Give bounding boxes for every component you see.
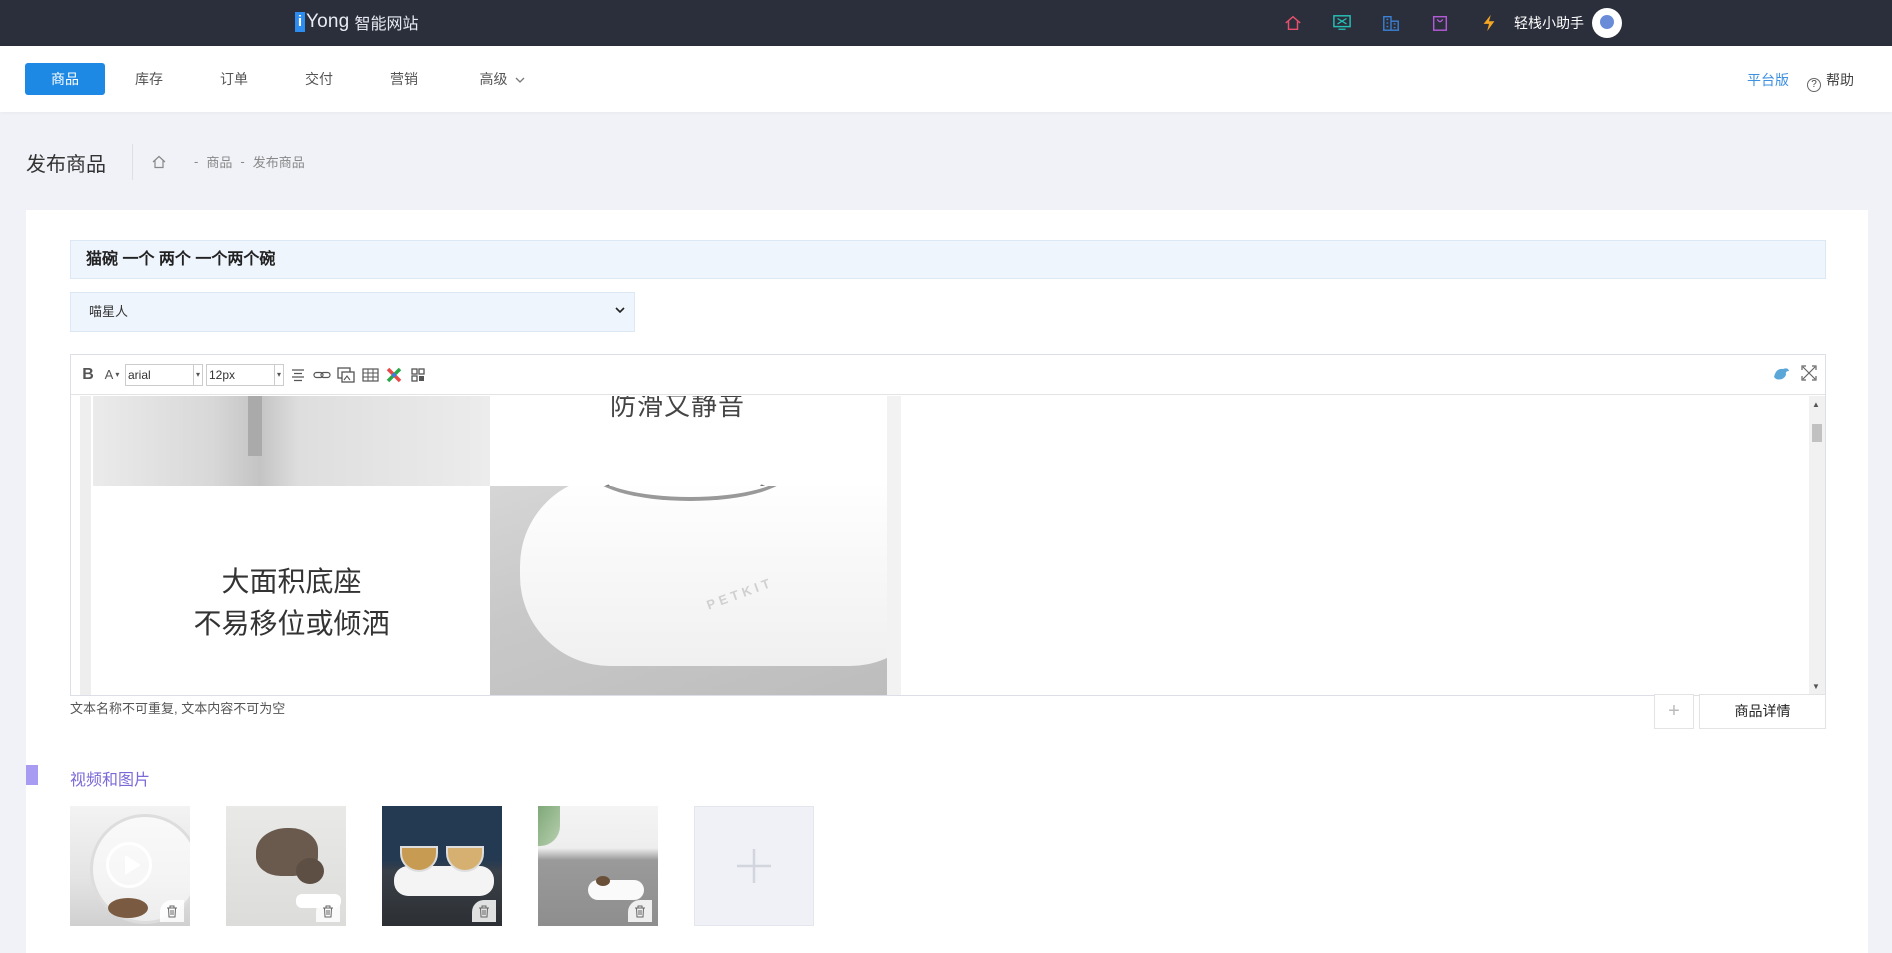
toolbar-right-group	[1771, 365, 1817, 383]
font-size-select[interactable]: 12px ▾	[206, 363, 284, 386]
content-image-top-right: 防滑又静音	[490, 396, 887, 486]
dropdown-arrow-icon: ▾	[274, 364, 283, 385]
caption-line-1: 大面积底座	[221, 565, 362, 598]
bird-icon[interactable]	[1771, 365, 1791, 383]
logo-mark: i	[295, 12, 305, 32]
avatar[interactable]	[1592, 8, 1622, 38]
breadcrumb-sep: -	[194, 154, 199, 169]
media-thumb-image-3[interactable]	[538, 806, 658, 926]
help-icon: ?	[1807, 78, 1821, 92]
monitor-icon[interactable]	[1329, 10, 1354, 35]
font-color-icon[interactable]: A ▾	[101, 363, 123, 387]
caption-line-2: 不易移位或倾洒	[193, 607, 390, 640]
building-icon[interactable]	[1378, 10, 1403, 35]
category-value: 喵星人	[89, 304, 129, 319]
category-select[interactable]: 喵星人	[70, 292, 635, 332]
scroll-up-icon[interactable]: ▲	[1812, 400, 1820, 409]
tab-marketing[interactable]: 营销	[364, 63, 444, 95]
scroll-thumb[interactable]	[1812, 424, 1822, 442]
content-image-bowl-base: PETKIT	[490, 486, 887, 695]
breadcrumb-sep: -	[240, 154, 245, 169]
font-size-value: 12px	[209, 367, 236, 382]
content-image-edge	[887, 396, 901, 695]
trash-icon[interactable]	[472, 900, 496, 922]
logo-suffix: 智能网站	[354, 16, 419, 33]
chevron-down-icon	[614, 293, 626, 331]
editor-toolbar: B A ▾ arial ▾ 12px ▾	[71, 355, 1825, 395]
main-nav: 商品 库存 订单 交付 营销 高级 平台版 ? 帮助	[0, 46, 1892, 112]
mashup-icon[interactable]	[383, 363, 405, 387]
tab-delivery[interactable]: 交付	[279, 63, 359, 95]
play-icon[interactable]	[106, 842, 152, 888]
top-icon-group	[1280, 10, 1501, 35]
help-label: 帮助	[1826, 72, 1854, 88]
tab-advanced-label: 高级	[479, 71, 508, 87]
section-accent	[26, 765, 38, 785]
tab-product-detail[interactable]: 商品详情	[1699, 694, 1826, 729]
tab-inventory[interactable]: 库存	[109, 63, 189, 95]
fullscreen-icon[interactable]	[1801, 365, 1817, 381]
title-divider	[132, 144, 133, 180]
tab-orders[interactable]: 订单	[194, 63, 274, 95]
scroll-down-icon[interactable]: ▼	[1812, 682, 1820, 691]
chevron-down-icon	[515, 77, 525, 83]
breadcrumb-item-products[interactable]: 商品	[206, 152, 232, 171]
editor-hint: 文本名称不可重复, 文本内容不可为空	[70, 701, 286, 716]
logo-name: Yong	[306, 11, 350, 32]
content-caption-block: 大面积底座 不易移位或倾洒	[93, 486, 490, 695]
section-title-media: 视频和图片	[70, 772, 151, 789]
table-icon[interactable]	[359, 363, 381, 387]
editor-content-area[interactable]: 防滑又静音 大面积底座 不易移位或倾洒 PETKIT ▲ ▼	[71, 396, 1825, 695]
product-title-input[interactable]: 猫碗 一个 两个 一个两个碗	[70, 240, 1826, 279]
trash-icon[interactable]	[628, 900, 652, 922]
dropdown-arrow-icon: ▾	[193, 364, 202, 385]
trash-icon[interactable]	[316, 900, 340, 922]
user-menu[interactable]: 轻栈小助手	[1514, 8, 1622, 38]
media-thumb-video[interactable]	[70, 806, 190, 926]
add-media-button[interactable]	[694, 806, 814, 926]
help-link[interactable]: ? 帮助	[1807, 70, 1854, 92]
app-logo[interactable]: i Yong 智能网站	[295, 9, 418, 35]
tab-advanced[interactable]: 高级	[468, 63, 538, 95]
user-name: 轻栈小助手	[1514, 15, 1584, 31]
lightning-icon[interactable]	[1476, 10, 1501, 35]
editor-scrollbar[interactable]: ▲ ▼	[1809, 396, 1825, 695]
breadcrumb: - 商品 - 发布商品	[152, 152, 305, 171]
content-image-top-left	[93, 396, 490, 486]
bold-icon[interactable]: B	[77, 363, 99, 387]
page-title: 发布商品	[26, 154, 106, 176]
trash-icon[interactable]	[160, 900, 184, 922]
insert-image-icon[interactable]	[335, 363, 357, 387]
link-icon[interactable]	[311, 363, 333, 387]
media-thumb-image-1[interactable]	[226, 806, 346, 926]
grid-icon[interactable]	[407, 363, 429, 387]
top-bar: i Yong 智能网站 轻栈小助手	[0, 0, 1892, 46]
breadcrumb-item-current: 发布商品	[252, 155, 305, 170]
content-heading-text: 防滑又静音	[610, 396, 746, 422]
rich-text-editor: B A ▾ arial ▾ 12px ▾ 防滑又静音 大面积底座 不易移位或倾洒…	[70, 354, 1826, 696]
platform-link[interactable]: 平台版	[1747, 70, 1789, 90]
plus-icon	[737, 849, 771, 883]
home-icon[interactable]	[1280, 10, 1305, 35]
home-icon[interactable]	[152, 155, 166, 169]
font-family-select[interactable]: arial ▾	[125, 363, 203, 386]
media-thumb-image-2[interactable]	[382, 806, 502, 926]
align-icon[interactable]	[287, 363, 309, 387]
tab-products[interactable]: 商品	[25, 63, 105, 95]
add-text-button[interactable]: +	[1654, 694, 1694, 729]
bag-icon[interactable]	[1427, 10, 1452, 35]
font-family-value: arial	[128, 367, 151, 382]
editor-gutter	[80, 396, 91, 695]
